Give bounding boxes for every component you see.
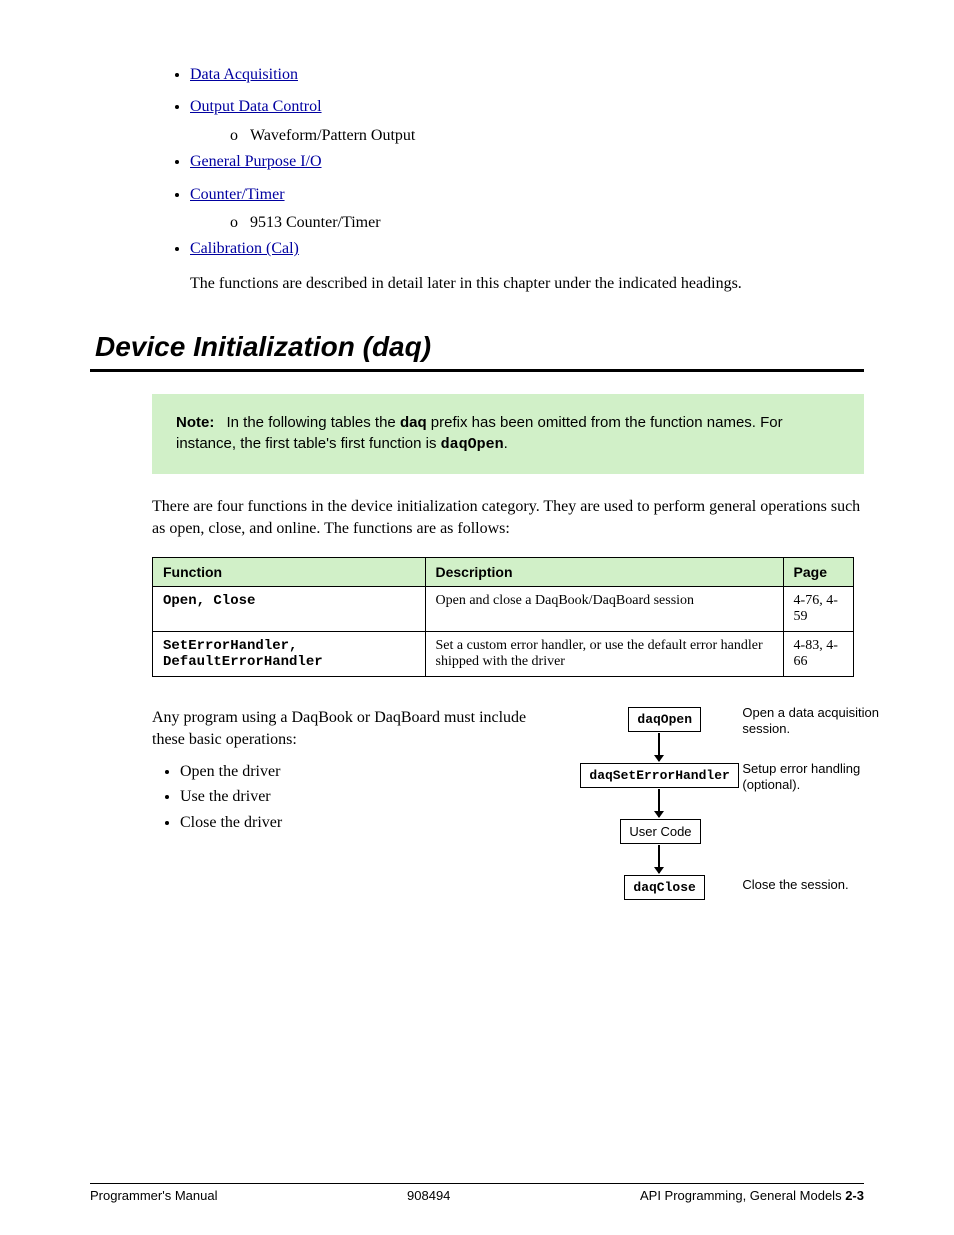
toc-link-calibration[interactable]: Calibration (Cal) <box>190 240 299 257</box>
note-box: Note: In the following tables the daq pr… <box>152 394 864 475</box>
section-heading: Device Initialization (daq) <box>95 331 864 363</box>
diag-box-errhandler: daqSetErrorHandler <box>580 763 738 788</box>
list-item: Use the driver <box>180 786 532 808</box>
toc-link-output-data[interactable]: Output Data Control <box>190 98 322 115</box>
arrow-down-icon <box>658 789 660 817</box>
list-item: Open the driver <box>180 761 532 783</box>
toc-list: Data Acquisition Output Data Control o W… <box>190 60 864 265</box>
toc-sub-waveform: Waveform/Pattern Output <box>250 127 415 144</box>
th-page: Page <box>783 558 853 587</box>
toc-link-data-acq[interactable]: Data Acquisition <box>190 66 298 83</box>
cell-fn: SetErrorHandler, DefaultErrorHandler <box>153 632 426 677</box>
footer-right: API Programming, General Models 2-3 <box>640 1188 864 1203</box>
arrow-down-icon <box>658 733 660 761</box>
arrow-down-icon <box>658 845 660 873</box>
toc-link-gpio[interactable]: General Purpose I/O <box>190 153 322 170</box>
cell-fn: Open, Close <box>153 587 426 632</box>
footer-page-number: 2-3 <box>845 1188 864 1203</box>
th-function: Function <box>153 558 426 587</box>
diag-box-usercode: User Code <box>620 819 700 844</box>
cell-desc: Open and close a DaqBook/DaqBoard sessio… <box>425 587 783 632</box>
footer-left: Programmer's Manual <box>90 1188 217 1203</box>
diag-box-open: daqOpen <box>628 707 701 732</box>
intro-paragraph: There are four functions in the device i… <box>152 496 864 539</box>
init-text-block: Any program using a DaqBook or DaqBoard … <box>152 707 532 837</box>
cell-page: 4-83, 4-66 <box>783 632 853 677</box>
init-paragraph: Any program using a DaqBook or DaqBoard … <box>152 709 526 748</box>
toc-sub-9513: 9513 Counter/Timer <box>250 214 381 231</box>
note-body-pre: In the following tables the <box>227 414 400 431</box>
section-rule <box>90 369 864 372</box>
table-row: Open, Close Open and close a DaqBook/Daq… <box>153 587 854 632</box>
page-footer: Programmer's Manual 908494 API Programmi… <box>90 1183 864 1203</box>
footer-center: 908494 <box>407 1188 450 1203</box>
diag-label-open: Open a data acquisition session. <box>742 705 882 736</box>
th-description: Description <box>425 558 783 587</box>
toc-link-counter[interactable]: Counter/Timer <box>190 186 285 203</box>
note-title: Note: <box>176 414 222 431</box>
footer-right-text: API Programming, General Models <box>640 1188 845 1203</box>
note-mono-1: daqOpen <box>441 436 504 453</box>
function-table: Function Description Page Open, Close Op… <box>152 557 854 677</box>
diag-label-errhandler: Setup error handling (optional). <box>742 761 882 792</box>
cell-page: 4-76, 4-59 <box>783 587 853 632</box>
list-item: Close the driver <box>180 812 532 834</box>
diag-box-close: daqClose <box>624 875 704 900</box>
toc-paragraph: The functions are described in detail la… <box>190 275 864 293</box>
diag-label-close: Close the session. <box>742 877 882 893</box>
note-bold-1: daq <box>400 414 427 431</box>
cell-desc: Set a custom error handler, or use the d… <box>425 632 783 677</box>
table-row: SetErrorHandler, DefaultErrorHandler Set… <box>153 632 854 677</box>
